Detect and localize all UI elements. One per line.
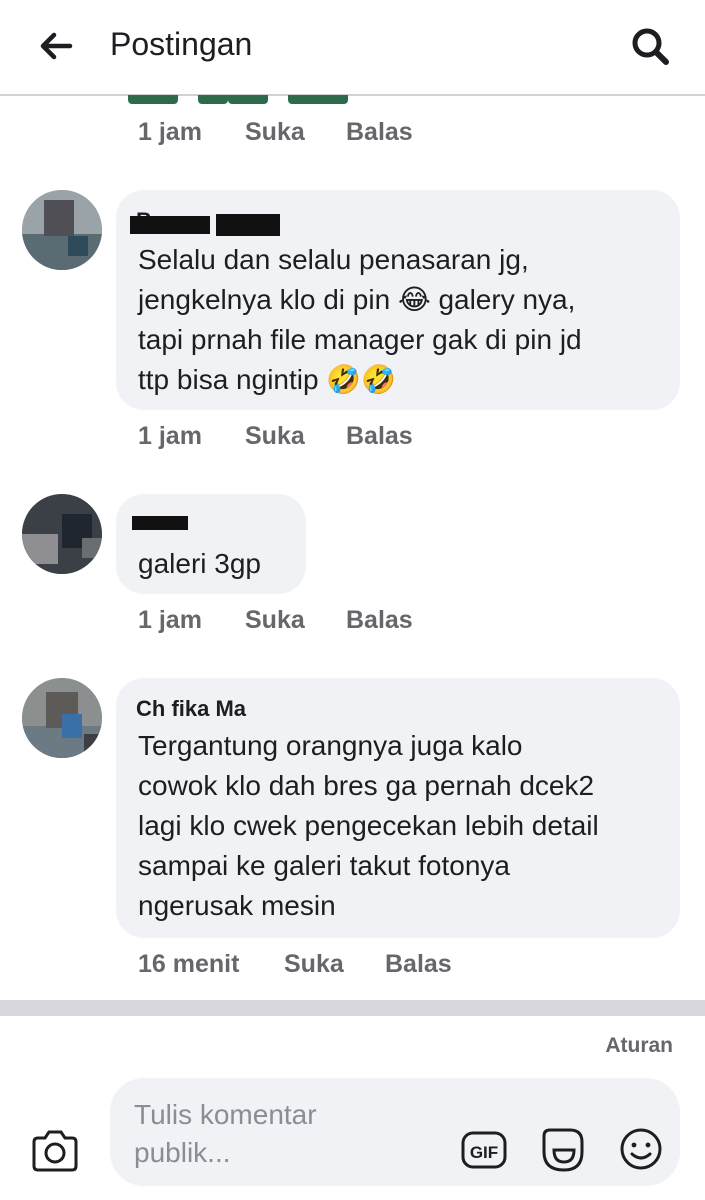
- comment-author[interactable]: [136, 512, 146, 538]
- comment-bubble: Ch fika Ma Tergantung orangnya juga kalo…: [116, 678, 680, 938]
- like-button[interactable]: Suka: [284, 950, 344, 979]
- sticker-icon[interactable]: [540, 1126, 586, 1174]
- camera-icon[interactable]: [30, 1128, 80, 1174]
- gif-icon[interactable]: GIF: [460, 1128, 508, 1172]
- avatar[interactable]: [22, 494, 102, 574]
- like-button[interactable]: Suka: [245, 422, 305, 451]
- comment-input[interactable]: Tulis komentar publik... GIF: [110, 1078, 680, 1186]
- comment-bubble: galeri 3gp: [116, 494, 306, 594]
- avatar[interactable]: [22, 190, 102, 270]
- arrow-left-icon[interactable]: [36, 26, 76, 66]
- comment-text: Tergantung orangnya juga kalo cowok klo …: [138, 730, 599, 921]
- reply-button[interactable]: Balas: [346, 606, 413, 635]
- avatar[interactable]: [22, 678, 102, 758]
- search-icon[interactable]: [628, 24, 672, 68]
- comment-text: galeri 3gp: [138, 548, 261, 579]
- like-button[interactable]: Suka: [245, 606, 305, 635]
- comment-time: 1 jam: [138, 606, 202, 634]
- page-title: Postingan: [110, 26, 253, 62]
- reply-button[interactable]: Balas: [346, 118, 413, 147]
- section-divider: [0, 1000, 705, 1016]
- reply-button[interactable]: Balas: [385, 950, 452, 979]
- comment-time: 1 jam: [138, 118, 202, 146]
- comment-bubble: Bo Selalu dan selalu penasaran jg, jengk…: [116, 190, 680, 410]
- comment-time: 16 menit: [138, 950, 240, 978]
- comment-author[interactable]: Ch fika Ma: [136, 696, 316, 722]
- redacted-name: [130, 216, 210, 234]
- rules-link[interactable]: Aturan: [605, 1034, 673, 1058]
- redacted-name: [216, 214, 280, 236]
- comment-input-placeholder: Tulis komentar publik...: [134, 1099, 317, 1168]
- comment-time: 1 jam: [138, 422, 202, 450]
- reply-button[interactable]: Balas: [346, 422, 413, 451]
- comment-text: Selalu dan selalu penasaran jg, jengkeln…: [138, 244, 582, 395]
- like-button[interactable]: Suka: [245, 118, 305, 147]
- top-bar: Postingan: [0, 0, 705, 96]
- svg-text:GIF: GIF: [470, 1143, 498, 1162]
- smiley-icon[interactable]: [618, 1126, 664, 1172]
